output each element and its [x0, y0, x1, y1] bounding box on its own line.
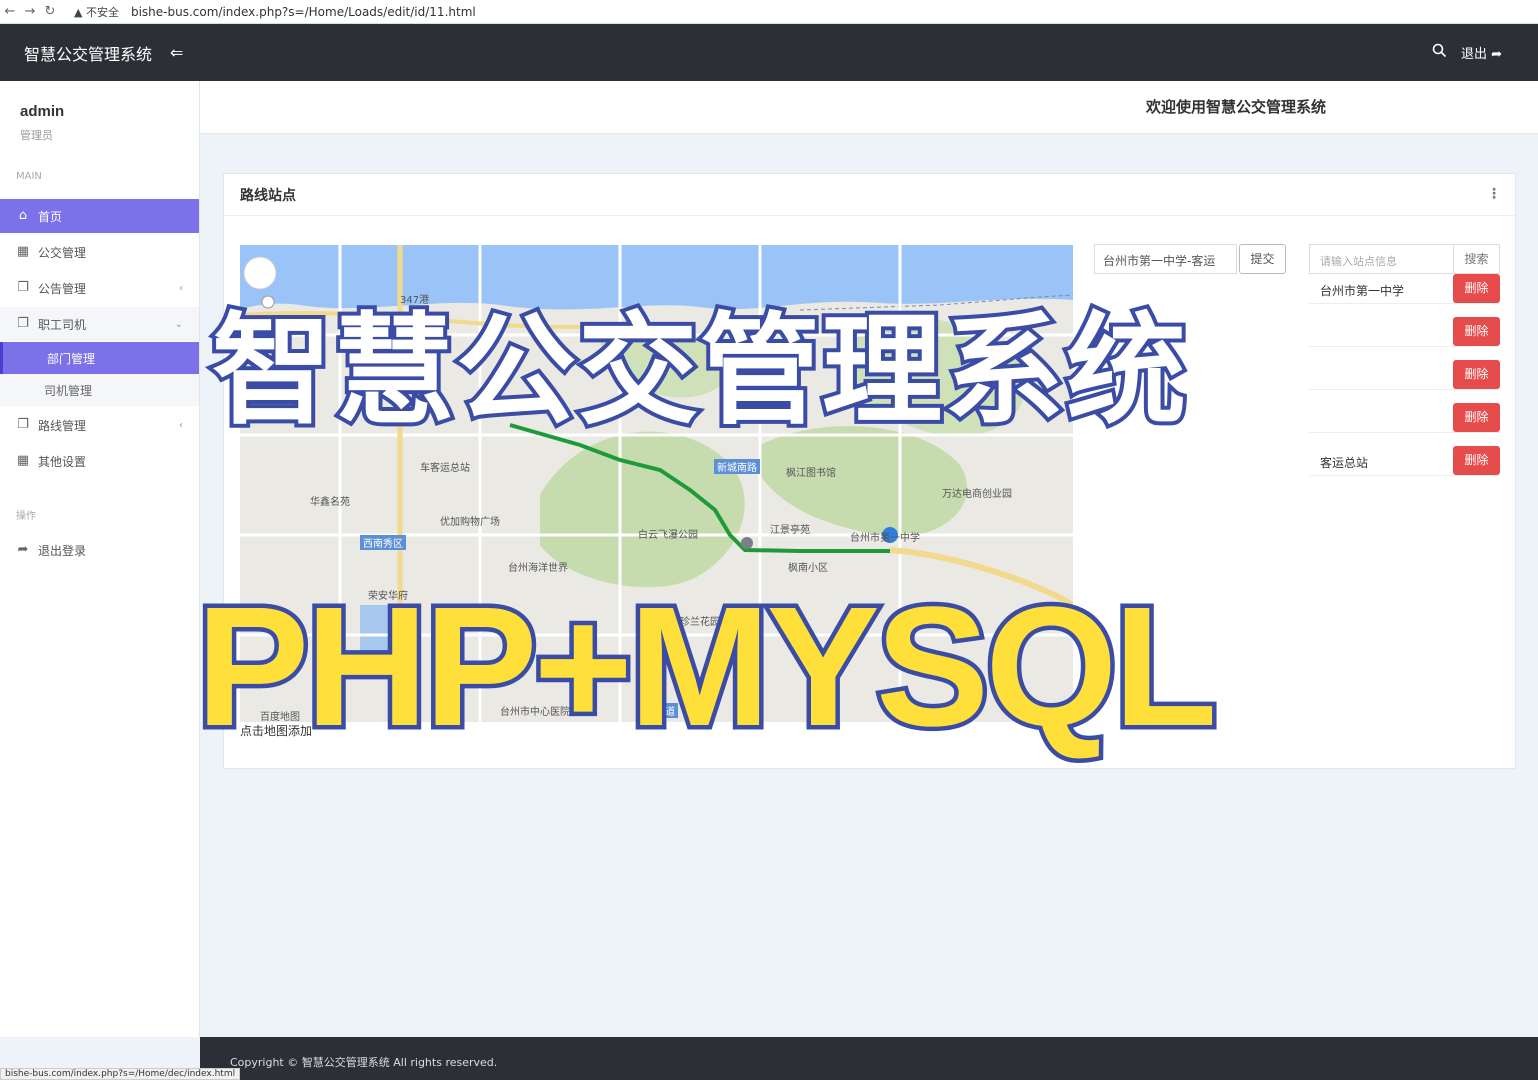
copyright-text: Copyright © 智慧公交管理系统 All rights reserved… [230, 1056, 498, 1069]
submit-button[interactable]: 提交 [1239, 244, 1286, 274]
chevron-down-icon: ⌄ [174, 318, 183, 330]
map-label: 车客运总站 [420, 463, 470, 474]
stop-list-item: 客运总站 删除 [1309, 446, 1500, 476]
map-label: 西南秀区 [360, 535, 406, 550]
sidebar-item-label: 其他设置 [38, 454, 87, 469]
section-label-main: MAIN [16, 171, 42, 182]
grid-icon: ▦ [16, 244, 30, 259]
sidebar-item-label: 路线管理 [38, 418, 87, 433]
grid-icon: ▦ [16, 453, 30, 468]
card-header: 路线站点 ⋮ [224, 174, 1515, 216]
map-label: 台州市第一中学 [850, 533, 920, 544]
sidebar-item-bus[interactable]: ▦ 公交管理 [0, 235, 199, 269]
user-name: admin [20, 103, 65, 120]
map-label: 新城南路 [714, 459, 760, 474]
sidebar-item-staff[interactable]: ❐ 职工司机 ⌄ [0, 307, 199, 341]
sidebar-item-label: 公告管理 [38, 281, 87, 296]
sidebar-item-settings[interactable]: ▦ 其他设置 [0, 444, 199, 478]
sidebar-item-logout[interactable]: ➦ 退出登录 [0, 533, 199, 567]
sidebar-subitem-label: 部门管理 [47, 351, 96, 366]
delete-button[interactable]: 删除 [1453, 403, 1500, 432]
map-label: 优加购物广场 [440, 517, 500, 528]
sidebar-item-home[interactable]: ⌂ 首页 [0, 199, 199, 233]
sidebar-item-notice[interactable]: ❐ 公告管理 ‹ [0, 271, 199, 305]
sidebar-item-label: 退出登录 [38, 543, 87, 558]
map-label: 枫江图书馆 [786, 468, 836, 479]
welcome-bar: 欢迎使用智慧公交管理系统 [200, 81, 1538, 134]
sidebar-item-label: 首页 [38, 209, 63, 224]
stop-name: 客运总站 [1320, 456, 1369, 470]
stop-list-item: 删除 [1309, 360, 1500, 390]
reload-icon[interactable]: ↻ [40, 4, 60, 19]
security-warning[interactable]: ▲ 不安全 [74, 4, 119, 20]
delete-button[interactable]: 删除 [1453, 274, 1500, 303]
sidebar-item-label: 职工司机 [38, 317, 87, 332]
logout-link[interactable]: 退出 ➦ [1461, 43, 1502, 62]
home-icon: ⌂ [18, 208, 28, 223]
back-icon[interactable]: ← [0, 4, 20, 19]
app-title: 智慧公交管理系统 [24, 44, 153, 64]
stop-list-item: 删除 [1309, 317, 1500, 347]
map-label: 江景亭苑 [770, 525, 810, 536]
stop-name: 台州市第一中学 [1320, 284, 1405, 298]
security-warning-label: 不安全 [85, 5, 119, 19]
sidebar: admin 管理员 MAIN ⌂ 首页 ▦ 公交管理 ❐ 公告管理 ‹ ❐ 职工… [0, 81, 200, 1037]
more-options-icon[interactable]: ⋮ [1487, 186, 1501, 202]
sidebar-subitem-label: 司机管理 [44, 383, 93, 398]
chevron-left-icon: ‹ [179, 282, 183, 294]
top-header: 智慧公交管理系统 ⇐ 退出 ➦ [0, 24, 1538, 81]
sidebar-item-route[interactable]: ❐ 路线管理 ‹ [0, 408, 199, 442]
delete-button[interactable]: 删除 [1453, 360, 1500, 389]
sidebar-item-label: 公交管理 [38, 245, 87, 260]
logout-icon: ➦ [17, 542, 29, 557]
copy-icon: ❐ [17, 417, 29, 432]
stop-name-input[interactable]: 台州市第一中学-客运 [1094, 244, 1237, 274]
logout-icon: ➦ [1491, 47, 1502, 62]
delete-button[interactable]: 删除 [1453, 446, 1500, 475]
address-bar[interactable]: bishe-bus.com/index.php?s=/Home/Loads/ed… [131, 5, 476, 19]
menu-toggle-icon[interactable]: ⇐ [170, 43, 183, 62]
copy-icon: ❐ [17, 316, 29, 331]
search-button[interactable]: 搜索 [1453, 244, 1500, 274]
copy-icon: ❐ [17, 280, 29, 295]
logout-label: 退出 [1460, 47, 1487, 62]
search-icon[interactable] [1432, 43, 1447, 62]
sidebar-subitem-department[interactable]: 部门管理 [0, 342, 199, 374]
map-label: 华鑫名苑 [310, 497, 350, 508]
status-bar-url: bishe-bus.com/index.php?s=/Home/dec/inde… [0, 1068, 241, 1080]
sidebar-subitem-driver[interactable]: 司机管理 [0, 374, 199, 406]
map-label: 白云飞瀑公园 [638, 530, 698, 541]
header-actions: 退出 ➦ [1432, 24, 1502, 81]
user-role: 管理员 [20, 129, 53, 142]
browser-toolbar: ← → ↻ ▲ 不安全 bishe-bus.com/index.php?s=/H… [0, 0, 1538, 24]
stop-list-item: 删除 [1309, 403, 1500, 433]
map-label: 万达电商创业园 [942, 489, 1012, 500]
overlay-title: 智慧公交管理系统 [208, 302, 1190, 441]
delete-button[interactable]: 删除 [1453, 317, 1500, 346]
section-label-ops: 操作 [16, 511, 36, 522]
overlay-subtitle: PHP+MYSQL [191, 572, 1221, 762]
chevron-left-icon: ‹ [179, 419, 183, 431]
card-title: 路线站点 [240, 187, 296, 204]
stop-list-item: 台州市第一中学 删除 [1309, 274, 1500, 304]
forward-icon[interactable]: → [20, 4, 40, 19]
search-input[interactable]: 请输入站点信息 [1309, 244, 1454, 274]
page-footer: Copyright © 智慧公交管理系统 All rights reserved… [200, 1037, 1538, 1080]
welcome-text: 欢迎使用智慧公交管理系统 [1146, 98, 1327, 116]
